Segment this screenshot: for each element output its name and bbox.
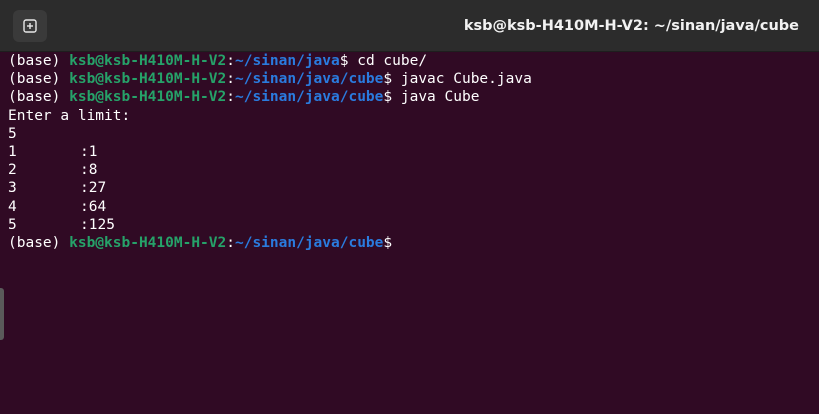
- terminal-window: ksb@ksb-H410M-H-V2: ~/sinan/java/cube (b…: [0, 0, 819, 414]
- conda-env: (base): [8, 53, 70, 69]
- result-cube: :64: [80, 198, 107, 215]
- prompt-path: ~/sinan/java/cube: [234, 234, 384, 251]
- prompt-separator: :: [226, 53, 235, 69]
- prompt-path: ~/sinan/java/cube: [234, 89, 384, 106]
- output-line-enter-limit: Enter a limit:: [8, 107, 131, 124]
- resize-handle[interactable]: [0, 288, 4, 340]
- prompt-line: (base) ksb@ksb-H410M-H-V2:~/sinan/java/c…: [8, 88, 819, 106]
- window-title: ksb@ksb-H410M-H-V2: ~/sinan/java/cube: [463, 18, 799, 34]
- user-host: ksb@ksb-H410M-H-V2: [69, 71, 227, 88]
- prompt-path: ~/sinan/java: [234, 53, 340, 69]
- result-number: 3: [8, 180, 17, 197]
- prompt-dollar: $: [339, 53, 358, 69]
- conda-env: (base): [8, 71, 70, 88]
- result-cube: :1: [80, 143, 98, 160]
- command-text: javac Cube.java: [400, 71, 532, 88]
- result-number: 1: [8, 143, 17, 160]
- user-input-line: 5: [8, 125, 17, 142]
- user-host: ksb@ksb-H410M-H-V2: [69, 234, 227, 251]
- result-cube: :8: [80, 162, 98, 179]
- title-bar[interactable]: ksb@ksb-H410M-H-V2: ~/sinan/java/cube: [0, 0, 819, 52]
- terminal-output-area[interactable]: (base) ksb@ksb-H410M-H-V2:~/sinan/java$ …: [0, 52, 819, 414]
- user-host: ksb@ksb-H410M-H-V2: [69, 89, 227, 106]
- conda-env: (base): [8, 89, 70, 106]
- new-tab-icon: [22, 18, 38, 34]
- prompt-dollar: $: [383, 89, 401, 106]
- prompt-line: (base) ksb@ksb-H410M-H-V2:~/sinan/java/c…: [8, 70, 819, 88]
- result-number: 4: [8, 198, 17, 215]
- prompt-separator: :: [226, 234, 235, 251]
- result-cube: :125: [80, 216, 115, 233]
- result-number: 2: [8, 162, 17, 179]
- command-text: java Cube: [400, 89, 480, 106]
- result-number: 5: [8, 216, 17, 233]
- prompt-dollar: $: [383, 71, 401, 88]
- active-prompt-line[interactable]: (base) ksb@ksb-H410M-H-V2:~/sinan/java/c…: [8, 234, 819, 252]
- conda-env: (base): [8, 234, 70, 251]
- prompt-dollar: $: [383, 234, 393, 251]
- prompt-line: (base) ksb@ksb-H410M-H-V2:~/sinan/java$ …: [8, 52, 819, 70]
- result-row: 5 :125: [8, 216, 819, 234]
- result-row: 4 :64: [8, 198, 819, 216]
- result-row: 3 :27: [8, 179, 819, 197]
- prompt-path: ~/sinan/java/cube: [234, 71, 384, 88]
- new-tab-button[interactable]: [13, 10, 47, 42]
- result-cube: :27: [80, 180, 107, 197]
- prompt-separator: :: [226, 89, 235, 106]
- prompt-separator: :: [226, 71, 235, 88]
- result-row: 1 :1: [8, 143, 819, 161]
- result-row: 2 :8: [8, 161, 819, 179]
- command-text: cd cube/: [357, 53, 428, 69]
- user-host: ksb@ksb-H410M-H-V2: [69, 53, 227, 69]
